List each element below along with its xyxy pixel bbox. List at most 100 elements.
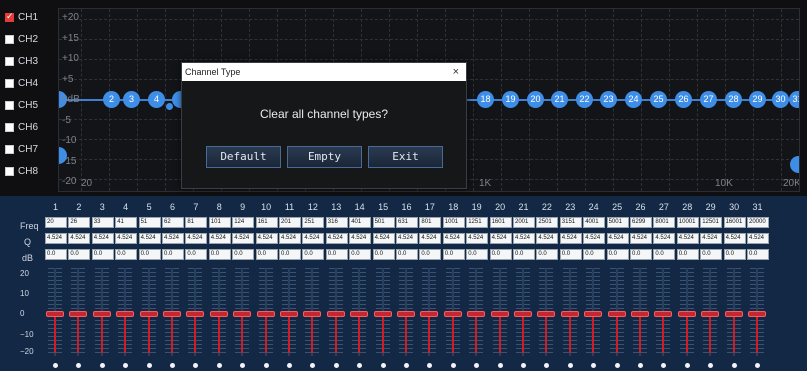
slider-knob[interactable] bbox=[677, 311, 696, 317]
slider-knob[interactable] bbox=[724, 311, 743, 317]
band-enable-dot[interactable] bbox=[216, 363, 222, 368]
band-enable-dot[interactable] bbox=[567, 363, 573, 368]
q-field[interactable]: 4.524 bbox=[279, 233, 301, 244]
slider-knob[interactable] bbox=[373, 311, 392, 317]
slider-knob[interactable] bbox=[280, 311, 298, 317]
db-field[interactable]: 0.0 bbox=[630, 249, 652, 260]
q-field[interactable]: 4.524 bbox=[138, 233, 161, 244]
channel-checkbox-7[interactable]: CH7 bbox=[0, 138, 58, 160]
slider-knob[interactable] bbox=[209, 311, 228, 317]
freq-field[interactable]: 26 bbox=[68, 217, 91, 228]
slider-knob[interactable] bbox=[490, 311, 509, 317]
freq-field[interactable]: 124 bbox=[232, 217, 255, 228]
slider-knob[interactable] bbox=[537, 311, 556, 317]
band-node-26[interactable]: 26 bbox=[675, 91, 692, 108]
band-enable-dot[interactable] bbox=[591, 363, 597, 368]
channel-checkbox-5[interactable]: CH5 bbox=[0, 94, 58, 116]
band-enable-dot[interactable] bbox=[170, 363, 175, 368]
db-field[interactable]: 0.0 bbox=[349, 249, 372, 260]
freq-field[interactable]: 1251 bbox=[466, 217, 489, 228]
db-field[interactable]: 0.0 bbox=[138, 249, 161, 260]
db-field[interactable]: 0.0 bbox=[442, 249, 465, 260]
slider-knob[interactable] bbox=[607, 311, 626, 317]
freq-field[interactable]: 201 bbox=[279, 217, 301, 228]
q-field[interactable]: 4.524 bbox=[185, 233, 208, 244]
gain-slider[interactable] bbox=[465, 268, 488, 368]
db-field[interactable]: 0.0 bbox=[700, 249, 723, 260]
checkbox-icon[interactable] bbox=[5, 34, 14, 44]
db-field[interactable]: 0.0 bbox=[559, 249, 582, 260]
q-field[interactable]: 4.524 bbox=[91, 233, 114, 244]
gain-slider[interactable] bbox=[255, 268, 278, 368]
freq-field[interactable]: 161 bbox=[255, 217, 278, 228]
close-icon[interactable]: × bbox=[453, 63, 459, 81]
freq-field[interactable]: 101 bbox=[208, 217, 231, 228]
freq-field[interactable]: 2501 bbox=[536, 217, 559, 228]
db-field[interactable]: 0.0 bbox=[723, 249, 746, 260]
gain-slider[interactable] bbox=[746, 268, 769, 368]
gain-slider[interactable] bbox=[512, 268, 535, 368]
q-field[interactable]: 4.524 bbox=[396, 233, 418, 244]
checkbox-icon[interactable] bbox=[5, 144, 14, 154]
slider-knob[interactable] bbox=[420, 311, 439, 317]
band-enable-dot[interactable] bbox=[310, 363, 316, 368]
band-enable-dot[interactable] bbox=[497, 363, 503, 368]
gain-slider[interactable] bbox=[278, 268, 301, 368]
band-enable-dot[interactable] bbox=[731, 363, 737, 368]
freq-field[interactable]: 1601 bbox=[489, 217, 512, 228]
q-field[interactable]: 4.524 bbox=[68, 233, 91, 244]
slider-knob[interactable] bbox=[303, 311, 322, 317]
band-enable-dot[interactable] bbox=[684, 363, 690, 368]
slider-knob[interactable] bbox=[397, 311, 415, 317]
db-field[interactable]: 0.0 bbox=[279, 249, 301, 260]
db-field[interactable]: 0.0 bbox=[489, 249, 512, 260]
q-field[interactable]: 4.524 bbox=[115, 233, 138, 244]
band-enable-dot[interactable] bbox=[544, 363, 550, 368]
band-node-21[interactable]: 21 bbox=[551, 91, 568, 108]
freq-field[interactable]: 501 bbox=[372, 217, 395, 228]
band-node-19[interactable]: 19 bbox=[502, 91, 519, 108]
slider-knob[interactable] bbox=[701, 311, 720, 317]
gain-slider[interactable] bbox=[676, 268, 699, 368]
band-enable-dot[interactable] bbox=[755, 363, 760, 368]
q-field[interactable]: 4.524 bbox=[559, 233, 582, 244]
band-enable-dot[interactable] bbox=[380, 363, 386, 368]
db-field[interactable]: 0.0 bbox=[208, 249, 231, 260]
q-field[interactable]: 4.524 bbox=[325, 233, 348, 244]
db-field[interactable]: 0.0 bbox=[396, 249, 418, 260]
band-node-25[interactable]: 25 bbox=[650, 91, 667, 108]
db-field[interactable]: 0.0 bbox=[466, 249, 489, 260]
freq-field[interactable]: 10001 bbox=[676, 217, 699, 228]
freq-field[interactable]: 1001 bbox=[442, 217, 465, 228]
band-enable-dot[interactable] bbox=[53, 363, 58, 368]
slider-knob[interactable] bbox=[560, 311, 579, 317]
gain-slider[interactable] bbox=[325, 268, 348, 368]
db-field[interactable]: 0.0 bbox=[676, 249, 699, 260]
freq-field[interactable]: 801 bbox=[419, 217, 442, 228]
gain-slider[interactable] bbox=[44, 268, 67, 368]
q-field[interactable]: 4.524 bbox=[255, 233, 278, 244]
slider-knob[interactable] bbox=[139, 311, 158, 317]
band-node-18[interactable]: 18 bbox=[477, 91, 494, 108]
band-enable-dot[interactable] bbox=[450, 363, 456, 368]
band-enable-dot[interactable] bbox=[357, 363, 363, 368]
band-node-23[interactable]: 23 bbox=[600, 91, 617, 108]
slider-knob[interactable] bbox=[186, 311, 205, 317]
db-field[interactable]: 0.0 bbox=[536, 249, 559, 260]
q-field[interactable]: 4.524 bbox=[162, 233, 184, 244]
channel-checkbox-6[interactable]: CH6 bbox=[0, 116, 58, 138]
freq-field[interactable]: 6299 bbox=[630, 217, 652, 228]
band-enable-dot[interactable] bbox=[638, 363, 643, 368]
q-field[interactable]: 4.524 bbox=[723, 233, 746, 244]
slider-knob[interactable] bbox=[350, 311, 369, 317]
freq-field[interactable]: 20 bbox=[45, 217, 67, 228]
q-field[interactable]: 4.524 bbox=[653, 233, 676, 244]
gain-slider[interactable] bbox=[231, 268, 254, 368]
slider-knob[interactable] bbox=[233, 311, 252, 317]
channel-checkbox-3[interactable]: CH3 bbox=[0, 50, 58, 72]
band-node-28[interactable]: 28 bbox=[725, 91, 742, 108]
gain-slider[interactable] bbox=[372, 268, 395, 368]
slider-knob[interactable] bbox=[256, 311, 275, 317]
band-node-5[interactable] bbox=[172, 91, 181, 108]
freq-field[interactable]: 401 bbox=[349, 217, 372, 228]
